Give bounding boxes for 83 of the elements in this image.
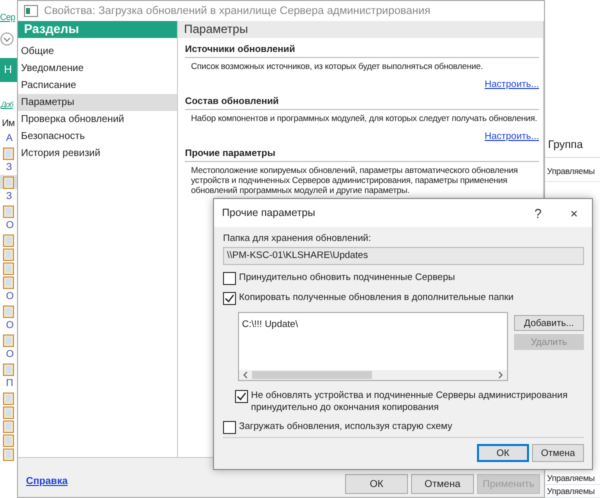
- clipboard-icon: [3, 448, 14, 460]
- checkbox-label: Копировать полученные обновления в дополнительные папки: [239, 292, 514, 304]
- window-icon: [24, 5, 38, 17]
- section-description: Набор компонентов и программных модулей, для которых следует получать обновления.: [190, 112, 538, 123]
- list-row[interactable]: [0, 247, 17, 261]
- list-row[interactable]: [0, 333, 17, 347]
- sidebar-header: Разделы: [18, 21, 177, 38]
- section-description: Список возможных источников, из которых будет выполняться обновление.: [190, 60, 484, 71]
- clipboard-icon: [3, 420, 14, 432]
- clipboard-icon: [3, 276, 14, 288]
- link[interactable]: Сер: [0, 12, 16, 22]
- scroll-right-icon[interactable]: [496, 371, 504, 379]
- group-label: О: [5, 319, 14, 333]
- list-row[interactable]: [0, 433, 17, 447]
- group-label: О: [5, 290, 14, 304]
- field-label: Папка для хранения обновлений:: [223, 233, 372, 244]
- sidebar-item[interactable]: Уведомление: [18, 60, 177, 77]
- help-button[interactable]: ?: [520, 199, 556, 227]
- list-item[interactable]: C:\!!! Update\: [242, 319, 298, 330]
- close-button[interactable]: ×: [556, 199, 592, 227]
- folder-field[interactable]: \\PM-KSC-01\KLSHARE\Updates: [223, 247, 584, 265]
- horizontal-scrollbar[interactable]: [239, 370, 507, 380]
- checkbox-label: Принудительно обновить подчиненные Серверы: [239, 272, 455, 284]
- clipboard-icon: [3, 234, 14, 246]
- group-label: О: [5, 348, 14, 362]
- list-row[interactable]: [0, 419, 17, 433]
- dialog-button[interactable]: Отмена: [411, 474, 474, 494]
- clipboard-icon: [3, 434, 14, 446]
- sidebar-item[interactable]: Общие: [18, 43, 177, 60]
- checkbox[interactable]: [223, 272, 236, 285]
- list-button[interactable]: Добавить...: [514, 315, 584, 331]
- configure-link[interactable]: Настроить...: [484, 131, 539, 142]
- list-row[interactable]: [0, 233, 17, 247]
- sidebar-item[interactable]: Проверка обновлений: [18, 111, 177, 128]
- dialog-button[interactable]: ОК: [345, 474, 408, 494]
- clipboard-icon: [3, 176, 14, 188]
- clipboard-icon: [3, 262, 14, 274]
- clipboard-icon: [3, 146, 14, 160]
- column-header: Им: [1, 118, 15, 129]
- list-row[interactable]: [0, 275, 17, 289]
- list-row[interactable]: [0, 261, 17, 275]
- section-description: Местоположение копируемых обновлений, параметры автоматического обновления устройств и подчиненных Серверов администрирования, параметры применения обновлений программных модулей и другие параметры.: [190, 164, 519, 195]
- checkbox-label: Не обновлять устройства и подчиненные Серверы администрирования принудительно до окончания копирования: [251, 390, 569, 414]
- list-row[interactable]: [0, 447, 17, 461]
- panel-header: Параметры: [178, 21, 543, 38]
- clipboard-icon: [3, 204, 14, 218]
- list-row[interactable]: [0, 304, 17, 318]
- clipboard-icon: [3, 362, 14, 376]
- checkbox[interactable]: [223, 421, 236, 434]
- dialog-button[interactable]: ОК: [477, 444, 529, 462]
- clipboard-icon: [3, 406, 14, 418]
- list-row[interactable]: [0, 146, 17, 160]
- dialog-button[interactable]: Отмена: [532, 444, 584, 462]
- sidebar-item[interactable]: Параметры: [18, 94, 177, 111]
- dropdown-icon[interactable]: [0, 32, 14, 46]
- clipboard-icon: [3, 334, 14, 346]
- help-link[interactable]: Справка: [26, 476, 68, 486]
- list-row[interactable]: [0, 362, 17, 376]
- clipboard-icon: [3, 248, 14, 260]
- checkbox[interactable]: [235, 390, 248, 403]
- checkbox-label: Загружать обновления, используя старую схему: [239, 421, 452, 433]
- group-label: П: [5, 377, 14, 391]
- sidebar-item[interactable]: Безопасность: [18, 128, 177, 145]
- window-title: Свойства: Загрузка обновлений в хранилище Сервера администрирования: [44, 5, 430, 17]
- checkbox[interactable]: [223, 292, 236, 305]
- list-row[interactable]: [0, 204, 17, 218]
- sidebar-item[interactable]: История ревизий: [18, 145, 177, 162]
- clipboard-icon: [3, 392, 14, 404]
- list-row[interactable]: [0, 391, 17, 405]
- section-title: Состав обновлений: [185, 96, 539, 110]
- group-label: З: [5, 190, 12, 204]
- sidebar-item[interactable]: Расписание: [18, 77, 177, 94]
- group-label: О: [5, 219, 14, 233]
- list-row[interactable]: [0, 405, 17, 419]
- configure-link[interactable]: Настроить...: [484, 79, 539, 90]
- section-title: Прочие параметры: [185, 148, 539, 162]
- section-title: Источники обновлений: [185, 44, 539, 58]
- group-label: З: [5, 161, 12, 175]
- group-label: А: [5, 132, 13, 146]
- selected-row[interactable]: [0, 175, 17, 189]
- scroll-left-icon[interactable]: [242, 371, 250, 379]
- dialog-title: Прочие параметры: [222, 207, 316, 219]
- clipboard-icon: [3, 304, 14, 318]
